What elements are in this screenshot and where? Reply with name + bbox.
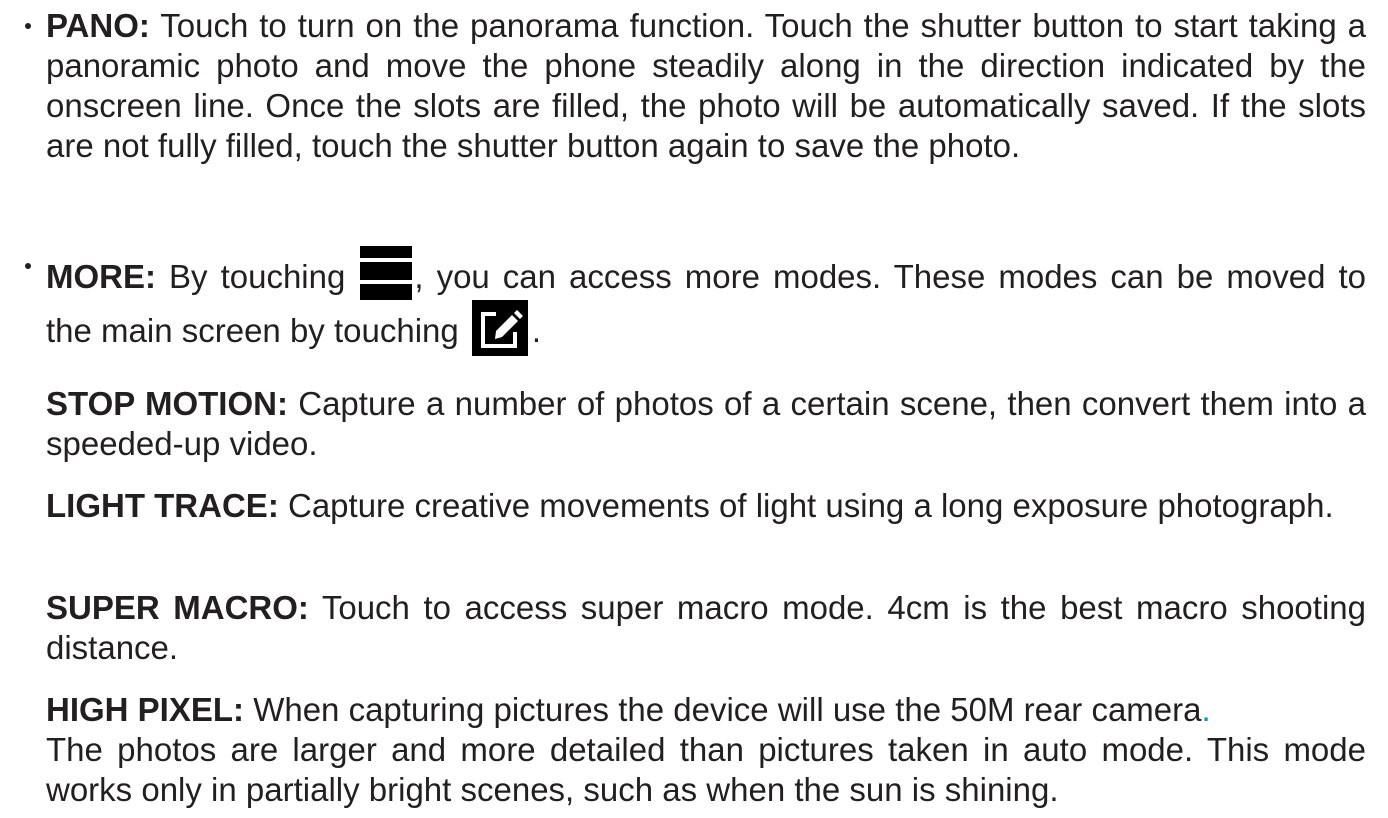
high-pixel-line1: When capturing pictures the device will … xyxy=(253,691,1202,728)
more-text-end: . xyxy=(531,312,542,349)
menu-icon xyxy=(360,246,413,300)
pano-item: PANO: Touch to turn on the panorama func… xyxy=(46,6,1366,166)
bullet-dot xyxy=(19,246,37,286)
high-pixel-item: HIGH PIXEL: When capturing pictures the … xyxy=(46,690,1366,810)
stop-motion-term: STOP MOTION: xyxy=(46,385,288,422)
high-pixel-term: HIGH PIXEL: xyxy=(46,691,245,728)
more-term: MORE: xyxy=(46,258,156,295)
more-item: MORE: By touching , you can access more … xyxy=(46,246,1366,356)
light-trace-term: LIGHT TRACE: xyxy=(46,487,279,524)
stop-motion-item: STOP MOTION: Capture a number of photos … xyxy=(46,384,1366,464)
pano-description: Touch to turn on the panorama function. … xyxy=(46,7,1366,164)
super-macro-term: SUPER MACRO: xyxy=(46,589,309,626)
bullet-dot xyxy=(19,6,37,46)
more-text-before-icon: By touching xyxy=(169,258,346,295)
super-macro-item: SUPER MACRO: Touch to access super macro… xyxy=(46,588,1366,668)
manual-page: PANO: Touch to turn on the panorama func… xyxy=(0,0,1388,818)
high-pixel-accent-period: . xyxy=(1201,691,1211,728)
high-pixel-rest: The photos are larger and more detailed … xyxy=(46,731,1366,808)
light-trace-item: LIGHT TRACE: Capture creative movements … xyxy=(46,486,1366,526)
light-trace-description: Capture creative movements of light usin… xyxy=(287,487,1334,524)
edit-icon xyxy=(471,300,528,356)
pano-term: PANO: xyxy=(46,7,150,44)
high-pixel-first-line: HIGH PIXEL: When capturing pictures the … xyxy=(46,690,1366,730)
